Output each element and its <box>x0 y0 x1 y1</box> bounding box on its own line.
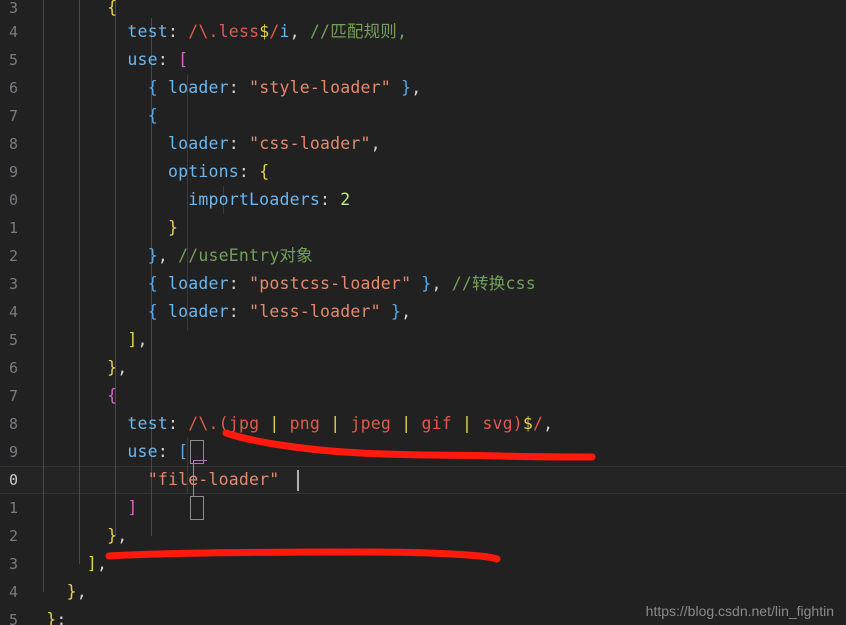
code-line-text: }, //useEntry对象 <box>147 246 313 265</box>
code-line[interactable]: }, <box>0 354 846 382</box>
code-line-text: { loader: "less-loader" }, <box>147 302 412 321</box>
line-number: 7 <box>8 387 18 405</box>
code-line[interactable]: { loader: "style-loader" }, <box>0 74 846 102</box>
code-line[interactable]: }, <box>0 522 846 550</box>
code-line[interactable]: ], <box>0 550 846 578</box>
code-line[interactable]: importLoaders: 2 <box>0 186 846 214</box>
line-number: 3 <box>8 555 18 573</box>
code-editor-screenshot: 34567890123456789012345 { test: /\.less$… <box>0 0 846 625</box>
bracket-match-open-box <box>190 440 204 464</box>
code-line-text: "file-loader" <box>147 470 280 489</box>
code-line-text: importLoaders: 2 <box>188 190 351 209</box>
line-number: 9 <box>8 443 18 461</box>
line-number: 5 <box>8 331 18 349</box>
code-line-text: test: /\.(jpg | png | jpeg | gif | svg)$… <box>127 414 554 433</box>
code-line-text: options: { <box>167 162 270 181</box>
line-number: 6 <box>8 359 18 377</box>
line-number: 6 <box>8 79 18 97</box>
code-line[interactable]: loader: "css-loader", <box>0 130 846 158</box>
code-content-area[interactable]: { test: /\.less$/i, //匹配规则, use: [ { loa… <box>0 0 846 625</box>
code-line[interactable]: "file-loader" <box>0 466 846 494</box>
text-cursor <box>297 470 299 491</box>
code-line[interactable]: { loader: "postcss-loader" }, //转换css <box>0 270 846 298</box>
bracket-match-close-box <box>190 496 204 520</box>
watermark-url: https://blog.csdn.net/lin_fightin <box>645 603 834 619</box>
code-line[interactable]: }, <box>0 578 846 606</box>
code-line[interactable]: test: /\.(jpg | png | jpeg | gif | svg)$… <box>0 410 846 438</box>
code-line[interactable]: options: { <box>0 158 846 186</box>
code-line-text: { loader: "postcss-loader" }, //转换css <box>147 274 536 293</box>
line-number-gutter: 34567890123456789012345 <box>0 0 26 625</box>
line-number: 3 <box>8 275 18 293</box>
line-number: 9 <box>8 163 18 181</box>
line-number: 5 <box>8 611 18 625</box>
code-line[interactable]: test: /\.less$/i, //匹配规则, <box>0 18 846 46</box>
code-line[interactable]: { loader: "less-loader" }, <box>0 298 846 326</box>
code-line-text: } <box>167 218 179 237</box>
line-number: 8 <box>8 415 18 433</box>
code-line[interactable]: ] <box>0 494 846 522</box>
code-line[interactable]: } <box>0 214 846 242</box>
code-line[interactable]: ], <box>0 326 846 354</box>
code-line-text: test: /\.less$/i, //匹配规则, <box>127 22 408 41</box>
line-number: 4 <box>8 583 18 601</box>
code-line-text: use: [ <box>127 50 189 69</box>
line-number: 1 <box>8 499 18 517</box>
line-number: 0 <box>8 471 18 489</box>
line-number: 2 <box>8 247 18 265</box>
code-line[interactable]: { <box>0 382 846 410</box>
code-line[interactable]: use: [ <box>0 46 846 74</box>
line-number: 2 <box>8 527 18 545</box>
code-line[interactable]: }, //useEntry对象 <box>0 242 846 270</box>
line-number: 7 <box>8 107 18 125</box>
line-number: 4 <box>8 23 18 41</box>
code-line-text: loader: "css-loader", <box>167 134 381 153</box>
line-number: 1 <box>8 219 18 237</box>
line-number: 0 <box>8 191 18 209</box>
line-number: 4 <box>8 303 18 321</box>
code-line[interactable]: { <box>0 102 846 130</box>
code-line-text: { loader: "style-loader" }, <box>147 78 422 97</box>
code-line-text: use: [ <box>127 442 189 461</box>
code-line[interactable]: use: [ <box>0 438 846 466</box>
line-number: 5 <box>8 51 18 69</box>
line-number: 8 <box>8 135 18 153</box>
